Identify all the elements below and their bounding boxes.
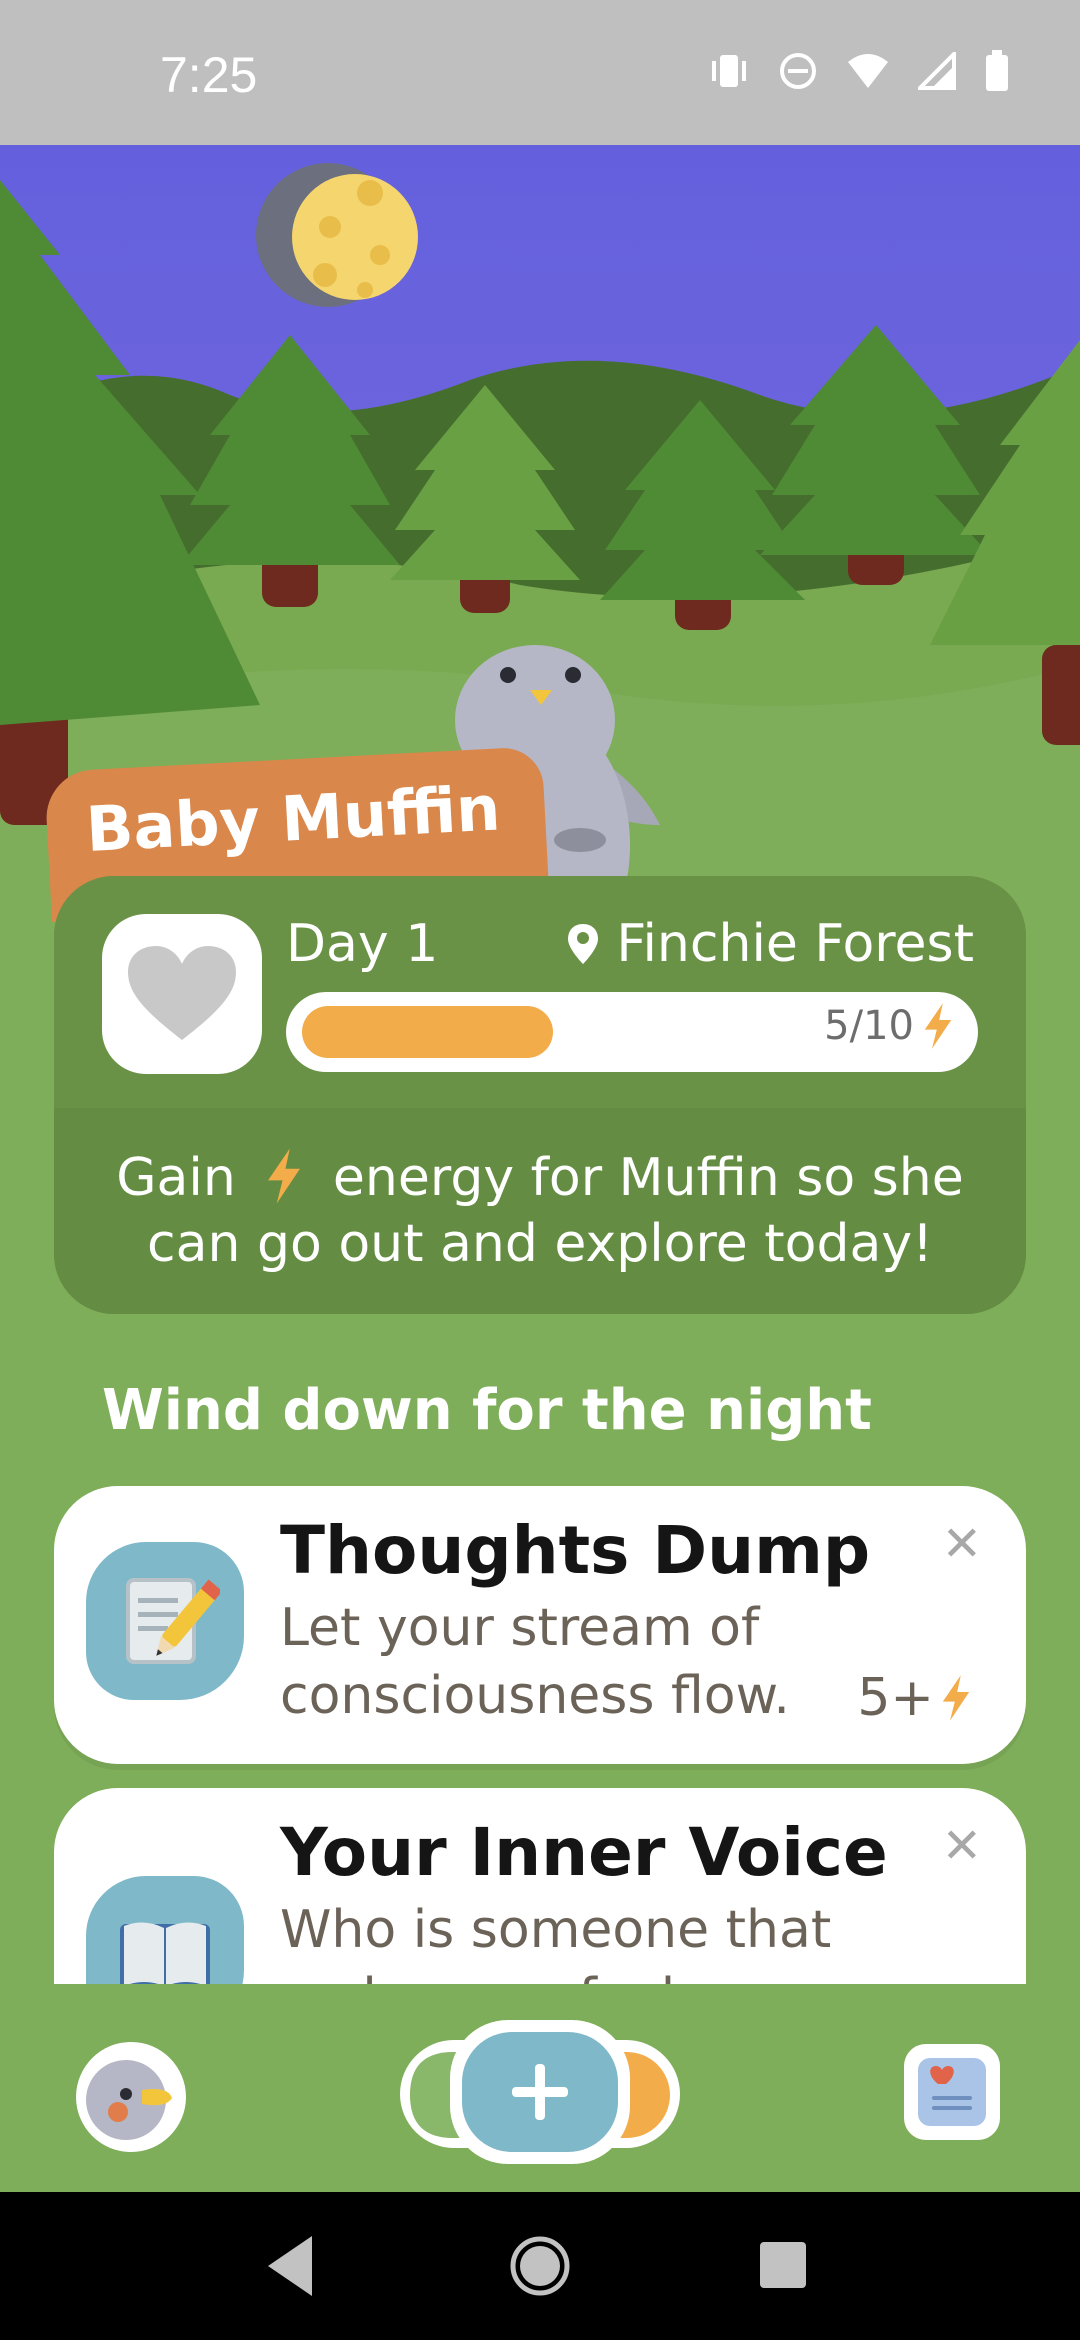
task-description: Let your stream of consciousness flow.	[280, 1598, 790, 1726]
status-bar: 7:25	[0, 0, 1080, 145]
pet-avatar-button[interactable]	[76, 2042, 186, 2152]
task-reward-value: 5+	[857, 1668, 934, 1728]
close-icon[interactable]: ✕	[942, 1818, 982, 1874]
task-description: Who is someone that makes you feel inspi…	[280, 1900, 832, 1984]
task-title: Your Inner Voice	[280, 1814, 888, 1891]
lightning-icon	[268, 1148, 301, 1204]
energy-progress-bar: 5/10	[286, 992, 978, 1072]
location-name: Finchie Forest	[616, 914, 974, 974]
status-card-bottom: Gain energy for Muffin so she can go out…	[54, 1108, 1026, 1314]
task-reward: 5+	[857, 1668, 974, 1728]
close-icon[interactable]: ✕	[942, 1516, 982, 1572]
lightning-icon	[924, 1003, 952, 1049]
signal-icon	[918, 52, 956, 90]
battery-icon	[986, 50, 1008, 91]
energy-message: Gain energy for Muffin so she can go out…	[94, 1108, 986, 1314]
home-icon[interactable]	[510, 2236, 570, 2296]
task-card-inner-voice[interactable]: Your Inner Voice Who is someone that mak…	[54, 1788, 1026, 1984]
bottom-nav	[0, 1984, 1080, 2192]
energy-count: 5/10	[824, 1003, 914, 1049]
do-not-disturb-icon	[780, 53, 816, 89]
status-time: 7:25	[160, 47, 258, 103]
energy-progress-fill	[302, 1006, 553, 1058]
energy-message-lead: Gain	[116, 1148, 236, 1208]
notepad-pencil-icon	[86, 1542, 244, 1700]
vibrate-icon	[712, 55, 746, 87]
recents-icon[interactable]	[760, 2242, 806, 2288]
location-pin-icon	[568, 924, 599, 964]
android-navigation-bar	[0, 2192, 1080, 2340]
back-icon[interactable]	[268, 2236, 312, 2296]
add-goal-button[interactable]	[396, 2014, 684, 2168]
journal-button[interactable]	[904, 2044, 1000, 2140]
lightning-icon	[942, 1675, 970, 1721]
day-label: Day 1	[286, 914, 439, 974]
status-icons	[708, 50, 1010, 92]
wifi-icon	[848, 54, 888, 88]
task-title: Thoughts Dump	[280, 1512, 871, 1589]
open-book-icon	[86, 1876, 244, 1984]
location[interactable]: Finchie Forest	[568, 914, 974, 974]
journal-heart-icon	[918, 2058, 986, 2126]
mood-heart-button[interactable]	[102, 914, 262, 1074]
task-card-thoughts-dump[interactable]: Thoughts Dump Let your stream of conscio…	[54, 1486, 1026, 1764]
finch-avatar-icon	[86, 2060, 172, 2140]
energy-progress-label: 5/10	[824, 1002, 956, 1050]
section-title: Wind down for the night	[102, 1378, 872, 1443]
pet-status-card: Gain energy for Muffin so she can go out…	[54, 876, 1026, 1314]
heart-icon	[128, 946, 236, 1040]
